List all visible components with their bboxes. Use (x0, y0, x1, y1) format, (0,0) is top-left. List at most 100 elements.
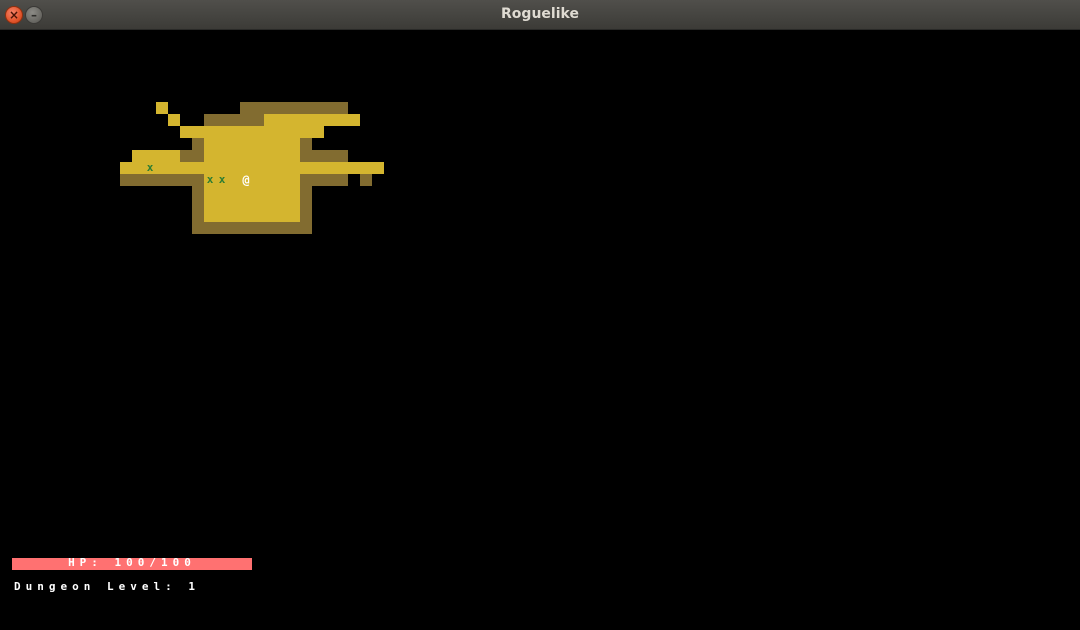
wall-tile (240, 222, 252, 234)
floor-tile (240, 210, 252, 222)
floor-tile (168, 150, 180, 162)
floor-tile (240, 186, 252, 198)
floor-tile (156, 162, 168, 174)
wall-tile (192, 210, 204, 222)
wall-tile (132, 174, 144, 186)
floor-tile (336, 114, 348, 126)
floor-tile (264, 162, 276, 174)
wall-tile (192, 222, 204, 234)
wall-tile (336, 150, 348, 162)
wall-tile (336, 102, 348, 114)
floor-tile (168, 162, 180, 174)
floor-tile (204, 126, 216, 138)
floor-tile (264, 138, 276, 150)
floor-tile (288, 210, 300, 222)
floor-tile (204, 186, 216, 198)
floor-tile (192, 162, 204, 174)
wall-tile (204, 114, 216, 126)
wall-tile (144, 174, 156, 186)
floor-tile (204, 210, 216, 222)
wall-tile (300, 210, 312, 222)
wall-tile (192, 150, 204, 162)
dungeon-level-text: Dungeon Level: 1 (14, 580, 200, 593)
floor-tile (120, 162, 132, 174)
wall-tile (180, 150, 192, 162)
floor-tile (372, 162, 384, 174)
floor-tile (240, 198, 252, 210)
dungeon-map[interactable]: xx x @ (0, 30, 1080, 630)
floor-tile (264, 174, 276, 186)
wall-tile (336, 174, 348, 186)
floor-tile (264, 210, 276, 222)
wall-tile (264, 102, 276, 114)
floor-tile (276, 150, 288, 162)
floor-tile (276, 186, 288, 198)
floor-tile (300, 114, 312, 126)
game-window: × – Roguelike x x x @ HP: 100/100 Dungeon L… (0, 0, 1080, 630)
title-bar[interactable]: × – Roguelike (0, 0, 1080, 30)
wall-tile (168, 174, 180, 186)
floor-tile (240, 150, 252, 162)
hp-text: HP: 100/100 (68, 556, 196, 569)
floor-tile (264, 150, 276, 162)
floor-tile (228, 186, 240, 198)
floor-tile (288, 138, 300, 150)
floor-tile (132, 162, 144, 174)
wall-tile (300, 102, 312, 114)
floor-tile (216, 186, 228, 198)
floor-tile (360, 162, 372, 174)
floor-tile (240, 126, 252, 138)
floor-tile (300, 126, 312, 138)
wall-tile (180, 174, 192, 186)
wall-tile (288, 222, 300, 234)
floor-tile (168, 114, 180, 126)
floor-tile (264, 198, 276, 210)
floor-tile (252, 198, 264, 210)
floor-tile (276, 138, 288, 150)
monster: x (219, 173, 226, 186)
wall-tile (228, 222, 240, 234)
floor-tile (276, 210, 288, 222)
wall-tile (300, 186, 312, 198)
monster: x (207, 173, 214, 186)
floor-tile (312, 114, 324, 126)
floor-tile (180, 126, 192, 138)
wall-tile (216, 114, 228, 126)
wall-tile (312, 150, 324, 162)
floor-tile (252, 150, 264, 162)
wall-tile (252, 102, 264, 114)
floor-tile (276, 162, 288, 174)
wall-tile (360, 174, 372, 186)
wall-tile (204, 222, 216, 234)
wall-tile (192, 198, 204, 210)
hp-bar: HP: 100/100 (12, 556, 252, 570)
wall-tile (300, 174, 312, 186)
wall-tile (252, 114, 264, 126)
floor-tile (264, 114, 276, 126)
wall-tile (324, 102, 336, 114)
floor-tile (216, 210, 228, 222)
wall-tile (312, 174, 324, 186)
wall-tile (120, 174, 132, 186)
wall-tile (312, 102, 324, 114)
floor-tile (252, 126, 264, 138)
floor-tile (240, 138, 252, 150)
floor-tile (288, 162, 300, 174)
floor-tile (288, 126, 300, 138)
floor-tile (228, 210, 240, 222)
floor-tile (180, 162, 192, 174)
wall-tile (156, 174, 168, 186)
floor-tile (276, 174, 288, 186)
wall-tile (192, 186, 204, 198)
floor-tile (216, 126, 228, 138)
floor-tile (336, 162, 348, 174)
wall-tile (276, 102, 288, 114)
wall-tile (276, 222, 288, 234)
wall-tile (264, 222, 276, 234)
wall-tile (288, 102, 300, 114)
floor-tile (204, 198, 216, 210)
wall-tile (192, 138, 204, 150)
window-title: Roguelike (501, 6, 579, 22)
floor-tile (288, 150, 300, 162)
floor-tile (264, 126, 276, 138)
